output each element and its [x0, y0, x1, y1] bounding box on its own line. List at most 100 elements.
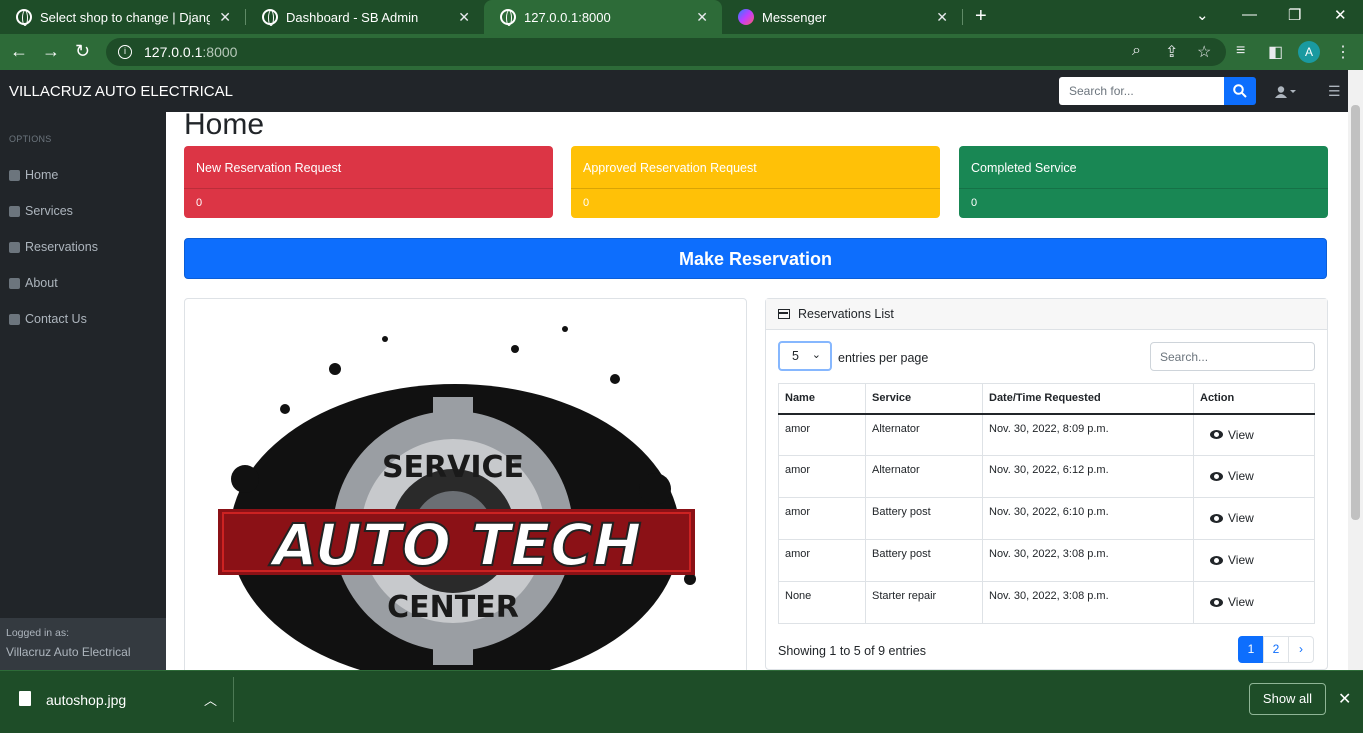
- view-button[interactable]: View: [1210, 511, 1254, 525]
- table-row: amor Alternator Nov. 30, 2022, 8:09 p.m.…: [778, 413, 1315, 456]
- sidebar-item-about[interactable]: About: [9, 276, 58, 290]
- home-icon: [9, 169, 20, 181]
- next-page-button[interactable]: ›: [1288, 636, 1314, 663]
- reservations-card: Reservations List 5 ⌄ entries per page S…: [765, 298, 1328, 670]
- forward-icon[interactable]: →: [42, 41, 60, 62]
- eye-icon: [1210, 555, 1223, 565]
- column-header[interactable]: Name: [778, 383, 866, 415]
- new-tab-icon[interactable]: +: [975, 5, 987, 28]
- logo-bottom-text: CENTER: [387, 590, 519, 625]
- address-bar: ← → ↻ i 127.0.0.1:8000 ⌕ ⇪ ☆ ≡ ◧ A ⋮: [0, 34, 1363, 70]
- column-header[interactable]: Action: [1193, 383, 1315, 415]
- stat-card-completed[interactable]: Completed Service 0: [959, 146, 1328, 218]
- page-title: Home: [184, 112, 265, 141]
- page-2-button[interactable]: 2: [1263, 636, 1289, 663]
- broadcast-icon: [9, 313, 20, 325]
- restore-icon[interactable]: ❐: [1288, 6, 1301, 24]
- sidebar-toggle-icon[interactable]: ☰: [1328, 83, 1341, 100]
- globe-icon: [262, 9, 278, 26]
- table-row: amor Battery post Nov. 30, 2022, 3:08 p.…: [778, 539, 1315, 582]
- back-icon[interactable]: ←: [10, 41, 28, 62]
- minimize-icon[interactable]: —: [1242, 6, 1257, 23]
- browser-tab-bar: Select shop to change | Django s ✕ Dashb…: [0, 0, 1363, 34]
- reload-icon[interactable]: ↻: [75, 41, 90, 62]
- pagination: 1 2 ›: [1238, 636, 1314, 663]
- sidebar-heading: OPTIONS: [9, 134, 52, 144]
- auto-tech-logo: SERVICE AUTO TECH CENTER: [218, 326, 696, 670]
- eye-icon: [1210, 597, 1223, 607]
- view-button[interactable]: View: [1210, 469, 1254, 483]
- sidebar-item-reservations[interactable]: Reservations: [9, 240, 98, 254]
- eye-icon: [1210, 430, 1223, 439]
- chevron-down-icon: ⌄: [811, 349, 821, 361]
- entries-per-page-select[interactable]: 5 ⌄: [778, 341, 832, 371]
- view-button[interactable]: View: [1210, 428, 1254, 442]
- view-button[interactable]: View: [1210, 595, 1254, 609]
- sidebar-item-home[interactable]: Home: [9, 168, 58, 182]
- reservations-card-header: Reservations List: [766, 299, 1327, 330]
- sidebar-item-services[interactable]: Services: [9, 204, 73, 218]
- eye-icon: [1210, 471, 1223, 481]
- table-info: Showing 1 to 5 of 9 entries: [778, 644, 927, 658]
- close-tab-icon[interactable]: ✕: [458, 9, 470, 26]
- search-icon: [1233, 84, 1247, 98]
- column-header[interactable]: Service: [865, 383, 983, 415]
- stat-card-approved[interactable]: Approved Reservation Request 0: [571, 146, 940, 218]
- bookmark-star-icon[interactable]: ☆: [1197, 42, 1211, 62]
- browser-tab[interactable]: Select shop to change | Django s ✕: [0, 0, 245, 34]
- search-input[interactable]: Search for...: [1059, 77, 1224, 105]
- table-search-input[interactable]: Search...: [1150, 342, 1315, 371]
- list-icon: [9, 241, 20, 253]
- search-button[interactable]: [1224, 77, 1256, 105]
- tab-search-chevron-icon[interactable]: ⌄: [1196, 6, 1209, 24]
- globe-icon: [16, 9, 32, 26]
- id-card-icon: [9, 277, 20, 289]
- sidebar-footer: Logged in as: Villacruz Auto Electrical: [0, 618, 166, 670]
- view-button[interactable]: View: [1210, 553, 1254, 567]
- user-icon: [1275, 86, 1296, 98]
- show-all-button[interactable]: Show all: [1249, 683, 1326, 715]
- url-field[interactable]: i 127.0.0.1:8000: [106, 38, 1226, 66]
- download-item[interactable]: autoshop.jpg: [46, 692, 126, 708]
- close-tab-icon[interactable]: ✕: [696, 9, 708, 26]
- make-reservation-button[interactable]: Make Reservation: [184, 238, 1327, 279]
- close-icon[interactable]: ✕: [1338, 689, 1351, 709]
- browser-tab[interactable]: Dashboard - SB Admin ✕: [246, 0, 484, 34]
- messenger-icon: [738, 9, 754, 25]
- brand[interactable]: VILLACRUZ AUTO ELECTRICAL: [9, 83, 233, 100]
- table-row: amor Battery post Nov. 30, 2022, 6:10 p.…: [778, 497, 1315, 540]
- user-dropdown[interactable]: [1275, 85, 1297, 103]
- stat-card-new[interactable]: New Reservation Request 0: [184, 146, 553, 218]
- browser-tab-active[interactable]: 127.0.0.1:8000 ✕: [484, 0, 722, 34]
- site-info-icon[interactable]: i: [118, 45, 132, 59]
- logo-middle-text: AUTO TECH: [269, 511, 642, 579]
- share-icon[interactable]: ⇪: [1165, 42, 1178, 62]
- menu-kebab-icon[interactable]: ⋮: [1335, 42, 1351, 62]
- table-header-row: Name Service Date/Time Requested Action: [778, 383, 1315, 415]
- page-1-button[interactable]: 1: [1238, 636, 1264, 663]
- column-header[interactable]: Date/Time Requested: [982, 383, 1194, 415]
- logo-top-text: SERVICE: [382, 450, 524, 485]
- close-tab-icon[interactable]: ✕: [219, 9, 231, 26]
- browser-tab[interactable]: Messenger ✕: [722, 0, 962, 34]
- car-icon: [9, 205, 20, 217]
- page-scrollbar[interactable]: [1348, 70, 1363, 670]
- profile-avatar[interactable]: A: [1298, 41, 1320, 63]
- reading-list-icon[interactable]: ≡: [1236, 42, 1245, 60]
- table-icon: [778, 309, 790, 319]
- side-panel-icon[interactable]: ◧: [1268, 42, 1283, 62]
- app-navbar: VILLACRUZ AUTO ELECTRICAL Search for... …: [0, 70, 1348, 112]
- sidebar-item-contact[interactable]: Contact Us: [9, 312, 87, 326]
- globe-icon: [500, 9, 516, 26]
- chevron-up-icon[interactable]: ︿: [204, 690, 217, 709]
- eye-icon: [1210, 513, 1223, 523]
- table-row: None Starter repair Nov. 30, 2022, 3:08 …: [778, 581, 1315, 624]
- close-tab-icon[interactable]: ✕: [936, 9, 948, 26]
- zoom-icon[interactable]: ⌕: [1132, 42, 1141, 60]
- reservations-table: Name Service Date/Time Requested Action …: [778, 383, 1315, 624]
- table-row: amor Alternator Nov. 30, 2022, 6:12 p.m.…: [778, 455, 1315, 498]
- download-bar: autoshop.jpg ︿ Show all ✕: [0, 670, 1363, 733]
- scrollbar-thumb[interactable]: [1351, 105, 1360, 520]
- sidebar: OPTIONS Home Services Reservations About…: [0, 112, 166, 670]
- close-window-icon[interactable]: ✕: [1334, 6, 1347, 24]
